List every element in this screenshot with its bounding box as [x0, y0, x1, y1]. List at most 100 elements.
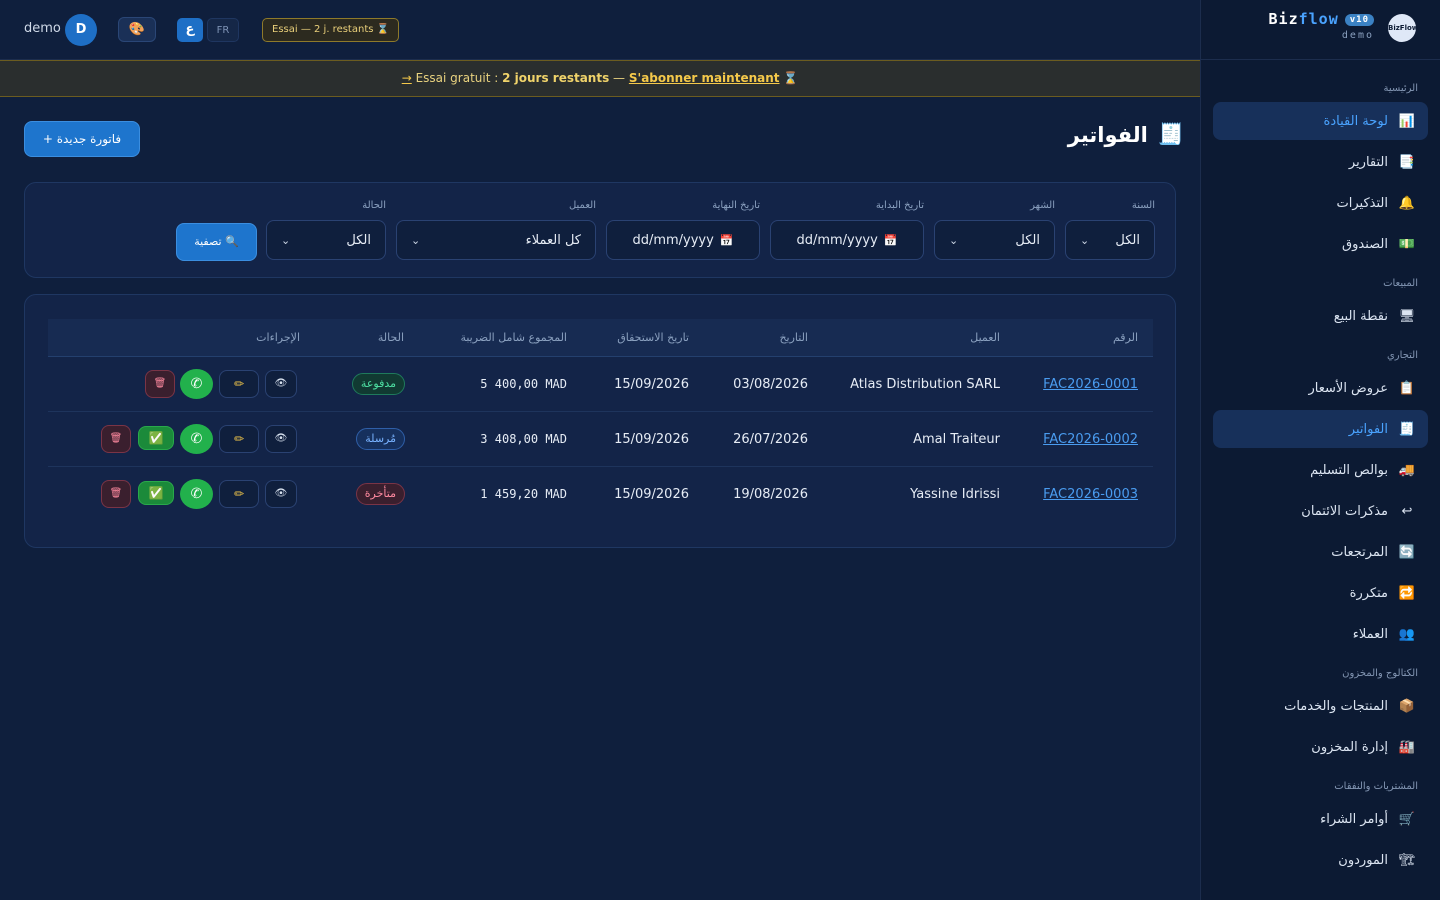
version-badge: v10 [1344, 13, 1374, 26]
year-select-value: الكل [1115, 232, 1140, 248]
report-icon: 📑 [1398, 154, 1416, 170]
table-row: FAC2026-0001 Atlas Distribution SARL 03/… [48, 357, 1153, 412]
sidebar-item-label: الفواتير [1348, 421, 1388, 437]
invoice-number-link[interactable]: FAC2026-0001 [1043, 377, 1138, 392]
whatsapp-icon[interactable]: ✆ [180, 479, 213, 509]
trial-badge[interactable]: Essai — 2 j. restants ⌛ [262, 18, 400, 42]
invoice-client: Amal Traiteur [913, 432, 1000, 447]
client-select[interactable]: كل العملاء ⌄ [396, 220, 596, 260]
palette-icon[interactable]: 🎨 [118, 17, 156, 42]
user-name: demo [24, 21, 61, 36]
new-invoice-button[interactable]: + فاتورة جديدة [24, 121, 140, 157]
bizflow-logo[interactable]: BizFlow [1388, 14, 1418, 42]
sidebar-item-quotes[interactable]: 📋 عروض الأسعار [1213, 369, 1428, 407]
month-select[interactable]: الكل ⌄ [934, 220, 1055, 260]
sidebar-item-label: إدارة المخزون [1311, 739, 1388, 755]
invoice-icon: 🧾 [1157, 122, 1184, 146]
edit-icon[interactable]: ✏ [219, 425, 259, 453]
brand-subtitle: demo [1341, 30, 1374, 41]
delete-icon[interactable]: 🗑 [101, 480, 131, 508]
invoice-number[interactable]: FAC2026-0001 [1043, 377, 1138, 392]
sidebar-item-delivery[interactable]: 🚚 بوالص التسليم [1213, 451, 1428, 489]
sidebar-item-dashboard[interactable]: 📊 لوحة القيادة [1213, 102, 1428, 140]
sidebar-item-invoices[interactable]: 🧾 الفواتير [1213, 410, 1428, 448]
page-title: 🧾 الفواتير [1068, 122, 1184, 147]
sidebar-item-label: نقطة البيع [1333, 308, 1388, 324]
start-date-value: dd/mm/yyyy [796, 232, 878, 248]
calendar-icon[interactable]: 📅 [884, 234, 898, 247]
sidebar-item-recurring[interactable]: 🔁 متكررة [1213, 574, 1428, 612]
invoice-due-date: 15/09/2026 [614, 377, 689, 392]
banner-prefix: Essai gratuit : [411, 71, 503, 85]
view-icon[interactable]: 👁 [265, 370, 297, 398]
invoice-number[interactable]: FAC2026-0002 [1043, 432, 1138, 447]
filter-month-label: الشهر [1030, 200, 1055, 211]
column-due-date: تاريخ الاستحقاق [617, 331, 689, 344]
chart-icon: 📊 [1398, 113, 1416, 129]
sidebar-item-credit-notes[interactable]: ↩ مذكرات الائتمان [1213, 492, 1428, 530]
whatsapp-icon[interactable]: ✆ [180, 424, 213, 454]
page-title-text: الفواتير [1067, 122, 1148, 147]
users-icon: 👥 [1398, 626, 1416, 642]
subscribe-link[interactable]: S'abonner maintenant [629, 71, 780, 85]
filter-end-date: تاريخ النهاية dd/mm/yyyy 📅 [606, 200, 760, 260]
invoice-number-link[interactable]: FAC2026-0002 [1043, 432, 1138, 447]
edit-icon[interactable]: ✏ [219, 480, 259, 508]
chevron-down-icon: ⌄ [949, 233, 959, 247]
edit-icon[interactable]: ✏ [219, 370, 259, 398]
sidebar-item-products[interactable]: 📦 المنتجات والخدمات [1213, 687, 1428, 725]
sidebar-item-returns[interactable]: 🔄 المرتجعات [1213, 533, 1428, 571]
end-date-input[interactable]: dd/mm/yyyy 📅 [606, 220, 760, 260]
refresh-icon: 🔄 [1398, 544, 1416, 560]
avatar[interactable]: D [65, 14, 97, 46]
sidebar-item-reports[interactable]: 📑 التقارير [1213, 143, 1428, 181]
invoice-due-date: 15/09/2026 [614, 487, 689, 502]
filter-client-label: العميل [568, 200, 596, 211]
mark-paid-icon[interactable]: ✅ [138, 481, 174, 505]
start-date-input[interactable]: dd/mm/yyyy 📅 [770, 220, 924, 260]
sidebar-item-purchase-orders[interactable]: 🛒 أوامر الشراء [1213, 800, 1428, 838]
filters-panel: السنة الكل ⌄ الشهر الكل ⌄ تاريخ البداية … [24, 182, 1176, 278]
filter-client: العميل كل العملاء ⌄ [396, 200, 596, 260]
invoice-date: 19/08/2026 [733, 487, 808, 502]
calendar-icon[interactable]: 📅 [720, 234, 734, 247]
chevron-down-icon: ⌄ [1080, 233, 1090, 247]
filter-button[interactable]: 🔍 تصفية [176, 223, 257, 261]
status-badge: مُرسلة [356, 428, 405, 450]
year-select[interactable]: الكل ⌄ [1065, 220, 1155, 260]
banner-separator: — [609, 71, 629, 85]
package-icon: 📦 [1398, 698, 1416, 714]
sidebar-item-label: عروض الأسعار [1308, 380, 1389, 396]
invoice-number[interactable]: FAC2026-0003 [1043, 487, 1138, 502]
monitor-icon: 🖥 [1398, 308, 1416, 324]
nav-section-main: الرئيسية [1383, 83, 1418, 94]
sidebar-item-cashbox[interactable]: 💵 الصندوق [1213, 225, 1428, 263]
status-select[interactable]: الكل ⌄ [266, 220, 386, 260]
delete-icon[interactable]: 🗑 [101, 425, 131, 453]
language-arabic-button[interactable]: ع [177, 18, 203, 42]
filter-status: الحالة الكل ⌄ [266, 200, 386, 260]
sidebar-item-stock[interactable]: 🏭 إدارة المخزون [1213, 728, 1428, 766]
nav-section-catalog: الكتالوج والمخزون [1342, 668, 1418, 679]
filter-end-date-label: تاريخ النهاية [712, 200, 760, 211]
view-icon[interactable]: 👁 [265, 425, 297, 453]
status-select-value: الكل [346, 232, 371, 248]
sidebar-item-pos[interactable]: 🖥 نقطة البيع [1213, 297, 1428, 335]
sidebar-item-clients[interactable]: 👥 العملاء [1213, 615, 1428, 653]
sidebar-item-label: الموردون [1338, 852, 1388, 868]
brand: BizFlow Bizflow v10 demo [1201, 0, 1440, 60]
mark-paid-icon[interactable]: ✅ [138, 426, 174, 450]
sidebar-item-label: التذكيرات [1336, 195, 1388, 211]
sidebar-item-suppliers[interactable]: 🏗 الموردون [1213, 841, 1428, 879]
nav-section-sales: المبيعات [1383, 278, 1418, 289]
column-actions: الإجراءات [256, 331, 300, 344]
whatsapp-icon[interactable]: ✆ [180, 369, 213, 399]
banner-days: 2 jours restants [502, 71, 610, 85]
banner-arrow: → [401, 71, 412, 85]
invoice-number-link[interactable]: FAC2026-0003 [1043, 487, 1138, 502]
sidebar-item-reminders[interactable]: 🔔 التذكيرات [1213, 184, 1428, 222]
language-french-button[interactable]: FR [207, 18, 239, 42]
view-icon[interactable]: 👁 [265, 480, 297, 508]
sidebar-item-label: لوحة القيادة [1323, 113, 1388, 129]
delete-icon[interactable]: 🗑 [145, 370, 175, 398]
